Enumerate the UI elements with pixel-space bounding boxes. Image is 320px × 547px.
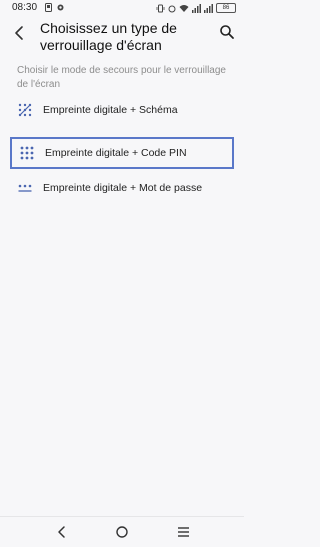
phone-storage-icon — [45, 3, 52, 12]
status-left-icons — [45, 3, 65, 12]
option-label: Empreinte digitale + Schéma — [43, 104, 178, 116]
status-right-icons: 86 — [156, 3, 236, 13]
nav-back-icon — [58, 526, 65, 538]
battery-icon: 86 — [216, 3, 236, 13]
page-title-line2: verrouillage d'écran — [40, 37, 162, 53]
description-text: Choisir le mode de secours pour le verro… — [17, 65, 226, 90]
page-title-line1: Choisissez un type de — [40, 20, 177, 36]
status-bar: 08:30 86 — [0, 0, 244, 16]
nav-menu-button[interactable] — [175, 524, 191, 540]
wifi-icon — [179, 4, 189, 12]
nav-menu-icon — [177, 527, 189, 537]
vibrate-icon — [156, 4, 165, 12]
settings-gear-icon — [57, 4, 64, 11]
option-fingerprint-password[interactable]: Empreinte digitale + Mot de passe — [10, 174, 234, 202]
page-title: Choisissez un type de verrouillage d'écr… — [40, 20, 200, 54]
option-fingerprint-pin[interactable]: Empreinte digitale + Code PIN — [10, 137, 234, 169]
navigation-bar — [0, 516, 244, 547]
back-button[interactable] — [9, 22, 29, 44]
option-label: Empreinte digitale + Code PIN — [45, 147, 187, 159]
option-label: Empreinte digitale + Mot de passe — [43, 182, 203, 194]
status-time: 08:30 — [12, 2, 38, 13]
nav-home-icon — [116, 526, 128, 538]
search-icon — [220, 25, 234, 39]
search-button[interactable] — [219, 24, 235, 40]
nav-back-button[interactable] — [54, 524, 70, 540]
pattern-icon — [17, 102, 33, 118]
pin-grid-icon — [19, 145, 35, 161]
alarm-icon — [168, 5, 176, 12]
password-icon — [17, 180, 33, 196]
option-fingerprint-pattern[interactable]: Empreinte digitale + Schéma — [10, 96, 234, 124]
signal-icon — [192, 3, 201, 13]
nav-home-button[interactable] — [114, 524, 130, 540]
back-arrow-icon — [15, 26, 23, 40]
signal-icon-2 — [204, 3, 213, 13]
